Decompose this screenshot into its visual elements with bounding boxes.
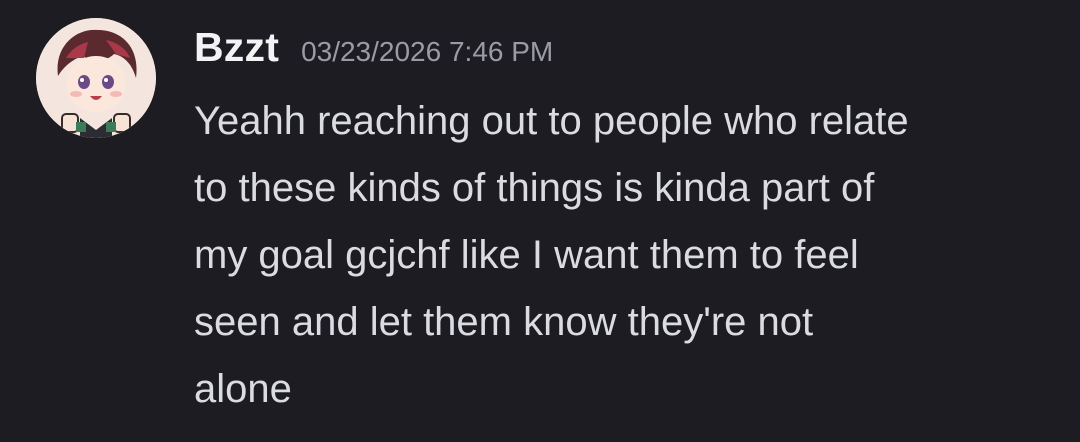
- message-header: Bzzt 03/23/2026 7:46 PM: [194, 24, 553, 80]
- chat-message: Bzzt 03/23/2026 7:46 PM Yeahh reaching o…: [0, 0, 1080, 442]
- message-content: Yeahh reaching out to people who relate …: [194, 88, 1054, 423]
- message-text-line: my goal gcjchf like I want them to feel: [194, 233, 859, 277]
- username[interactable]: Bzzt: [194, 24, 279, 71]
- message-text-line: Yeahh reaching out to people who relate: [194, 99, 909, 143]
- message-text-line: alone: [194, 367, 292, 411]
- message-timestamp: 03/23/2026 7:46 PM: [301, 36, 554, 67]
- message-text-line: to these kinds of things is kinda part o…: [194, 166, 875, 210]
- message-text-line: seen and let them know they're not: [194, 300, 814, 344]
- user-avatar-icon[interactable]: [36, 18, 156, 138]
